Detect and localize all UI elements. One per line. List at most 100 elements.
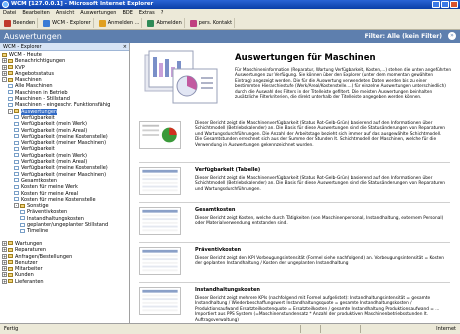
section-banner: Auswertungen Filter: Alle (kein Filter) … <box>0 30 460 43</box>
folder-icon <box>8 247 13 252</box>
tree-node-label: Präventivkosten <box>27 209 68 216</box>
hero-panel: Auswertungen für Maschinen Für Maschinen… <box>139 47 451 113</box>
folder-icon <box>8 272 13 277</box>
expand-icon[interactable]: + <box>2 64 7 70</box>
tree-node-label: Kosten für meine Areal <box>21 190 79 197</box>
report-list: Dieser Bericht zeigt die Maschinenverfüg… <box>139 117 450 323</box>
collapse-arrow-icon[interactable]: » <box>448 32 456 40</box>
zone-label: Internet <box>436 326 456 332</box>
toolbar-button-label: pers. Kontakt <box>198 20 233 26</box>
home-icon <box>2 52 7 57</box>
tree-node-label: Verfügbarkeit (meiner Maschinen) <box>21 140 107 147</box>
expand-icon[interactable]: + <box>2 272 7 278</box>
report-description: Dieser Bericht zeigt mehrere KPIs (nachf… <box>195 296 440 323</box>
report-section[interactable]: Präventivkosten Dieser Bericht zeigt den … <box>139 243 450 283</box>
window-titlebar: WCM [127.0.0.1] - Microsoft Internet Exp… <box>0 0 460 9</box>
report-thumbnail[interactable] <box>139 167 181 195</box>
expand-icon[interactable]: + <box>2 253 7 259</box>
expand-icon[interactable]: + <box>2 58 7 64</box>
minimize-icon[interactable] <box>432 1 440 8</box>
toolbar-button-logout[interactable]: Abmelden <box>145 18 185 28</box>
exit-icon <box>4 19 11 27</box>
tree-node[interactable]: + Lieferanten <box>0 278 129 285</box>
document-icon <box>14 128 19 133</box>
close-icon[interactable]: × <box>123 43 127 51</box>
report-title[interactable]: Präventivkosten <box>195 247 241 253</box>
tree-node-label: Verfügbarkeit (mein Werk) <box>21 152 87 159</box>
maximize-icon[interactable] <box>441 1 449 8</box>
report-thumbnail[interactable] <box>139 287 181 315</box>
tree-node-label: Verfügbarkeit (mein Areal) <box>21 159 88 166</box>
report-section[interactable]: Instandhaltungskosten Dieser Bericht zeig… <box>139 283 450 323</box>
tree-node-label: Benachrichtigungen <box>15 58 66 65</box>
expand-icon[interactable]: + <box>2 259 7 265</box>
tree-node-label: Verfügbarkeit <box>21 114 55 121</box>
login-icon <box>98 19 106 27</box>
logout-icon <box>147 19 155 27</box>
report-title[interactable]: Instandhaltungskosten <box>195 287 260 293</box>
menu-bearbeiten[interactable]: Bearbeiten <box>22 9 49 17</box>
document-icon <box>8 96 13 101</box>
menu-extras[interactable]: Extras <box>139 9 155 17</box>
status-bar: Fertig Internet <box>0 323 460 334</box>
toolbar-button-label: WCM - Explorer <box>52 20 91 26</box>
tree-node-label: geplanter/ungeplanter Stillstand <box>27 222 109 229</box>
expand-icon[interactable]: + <box>2 278 7 284</box>
explorer-sidebar: WCM - Explorer × WCM - Heute + Benachricht… <box>0 43 130 323</box>
tree-node-label: Sonstige <box>27 203 49 210</box>
toolbar-button-contact[interactable]: pers. Kontakt <box>188 18 236 28</box>
contact-icon <box>189 19 197 27</box>
hero-description: Für Maschineninformation (Reparatur, War… <box>235 67 451 100</box>
tree-node-label: Gesamtkosten <box>21 177 58 184</box>
menu-help[interactable]: ? <box>161 9 164 17</box>
report-title[interactable]: Gesamtkosten <box>195 207 235 213</box>
report-thumbnail[interactable] <box>139 207 181 235</box>
folder-icon <box>8 279 13 284</box>
document-icon <box>14 172 19 177</box>
expand-icon[interactable]: + <box>2 240 7 246</box>
report-section[interactable]: Verfügbarkeit (Tabelle) Dieser Bericht ze… <box>139 163 450 203</box>
toolbar-button-explorer[interactable]: WCM - Explorer <box>41 18 94 28</box>
tree-node-label: Maschinen <box>15 77 42 84</box>
document-icon <box>14 140 19 145</box>
collapse-icon[interactable]: - <box>8 108 13 114</box>
tree-node-label: Angebotsstatus <box>15 70 55 77</box>
report-description: Dieser Bericht zeigt die Maschinenverfüg… <box>195 176 446 192</box>
document-icon <box>14 184 19 189</box>
tree-node-label: Maschinen - Stillstand <box>15 96 70 103</box>
hero-title: Auswertungen für Maschinen <box>235 53 376 63</box>
menu-bar: Datei Bearbeiten Ansicht Auswertungen BD… <box>0 9 460 17</box>
report-title[interactable]: Verfügbarkeit (Tabelle) <box>195 167 260 173</box>
collapse-icon[interactable]: - <box>14 203 19 209</box>
collapse-icon[interactable]: - <box>2 77 7 83</box>
tree-node-label: Lieferanten <box>15 278 44 285</box>
tree-node-label: Verfügbarkeit (mein Areal) <box>21 127 88 134</box>
report-thumbnail[interactable] <box>139 247 181 275</box>
toolbar-button-label: Beenden <box>13 20 36 26</box>
tree-node-label: WCM - Heute <box>9 52 42 58</box>
document-icon <box>8 102 13 107</box>
ie-icon <box>2 1 9 8</box>
expand-icon[interactable]: + <box>2 266 7 272</box>
report-thumbnail[interactable] <box>139 121 181 149</box>
report-section[interactable]: Gesamtkosten Dieser Bericht zeigt Kosten,… <box>139 203 450 243</box>
folder-icon <box>8 77 13 82</box>
window-controls <box>432 1 458 8</box>
explorer-header: WCM - Explorer × <box>0 43 129 51</box>
folder-icon <box>8 71 13 76</box>
expand-icon[interactable]: + <box>2 247 7 253</box>
tree-node-label: KVP <box>15 64 25 71</box>
menu-ansicht[interactable]: Ansicht <box>56 9 74 17</box>
menu-datei[interactable]: Datei <box>3 9 16 17</box>
document-icon <box>14 121 19 126</box>
menu-auswertungen[interactable]: Auswertungen <box>80 9 116 17</box>
menu-bde[interactable]: BDE <box>122 9 132 17</box>
filter-label[interactable]: Filter: Alle (kein Filter) <box>365 32 442 41</box>
toolbar-button-login[interactable]: Anmelden ... <box>97 18 143 28</box>
report-section[interactable]: Dieser Bericht zeigt die Maschinenverfüg… <box>139 117 450 163</box>
expand-icon[interactable]: + <box>2 70 7 76</box>
document-icon <box>14 159 19 164</box>
close-window-icon[interactable] <box>450 1 458 8</box>
folder-icon <box>8 58 13 63</box>
toolbar-button-exit[interactable]: Beenden <box>2 18 39 28</box>
